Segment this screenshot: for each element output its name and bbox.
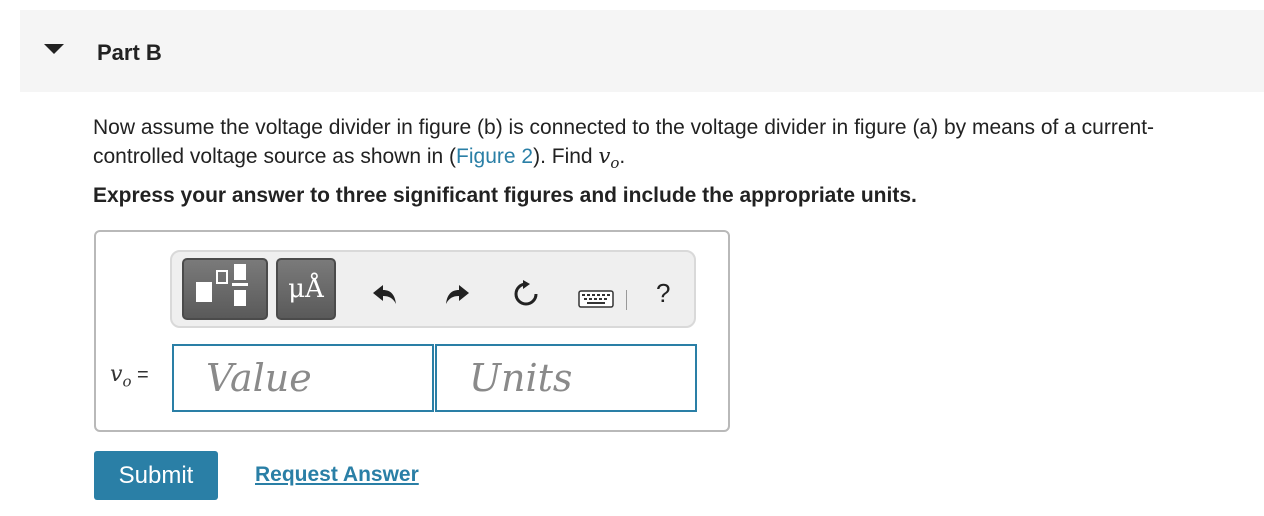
part-title: Part B bbox=[97, 40, 162, 65]
value-input[interactable] bbox=[172, 344, 434, 412]
collapse-caret-icon[interactable] bbox=[44, 44, 64, 54]
reset-icon[interactable] bbox=[510, 276, 542, 312]
undo-icon[interactable] bbox=[370, 276, 402, 312]
help-icon[interactable]: ? bbox=[656, 278, 670, 309]
templates-button[interactable] bbox=[182, 258, 268, 320]
keyboard-icon[interactable] bbox=[578, 290, 614, 308]
redo-icon[interactable] bbox=[440, 276, 472, 312]
question-end: . bbox=[619, 145, 626, 168]
answer-variable-label: vo = bbox=[110, 362, 149, 391]
units-button[interactable]: μÅ bbox=[276, 258, 336, 320]
toolbar-divider bbox=[626, 290, 627, 310]
figure-link[interactable]: Figure 2 bbox=[456, 145, 533, 168]
question-text-mid: ). Find bbox=[533, 145, 599, 168]
question-variable: vo bbox=[598, 144, 620, 173]
request-answer-link[interactable]: Request Answer bbox=[255, 463, 419, 487]
instructions: Express your answer to three significant… bbox=[93, 184, 917, 207]
question-text: Now assume the voltage divider in figure… bbox=[93, 114, 1213, 177]
units-input[interactable] bbox=[435, 344, 697, 412]
submit-button[interactable]: Submit bbox=[94, 451, 218, 500]
part-header[interactable] bbox=[20, 10, 1264, 92]
